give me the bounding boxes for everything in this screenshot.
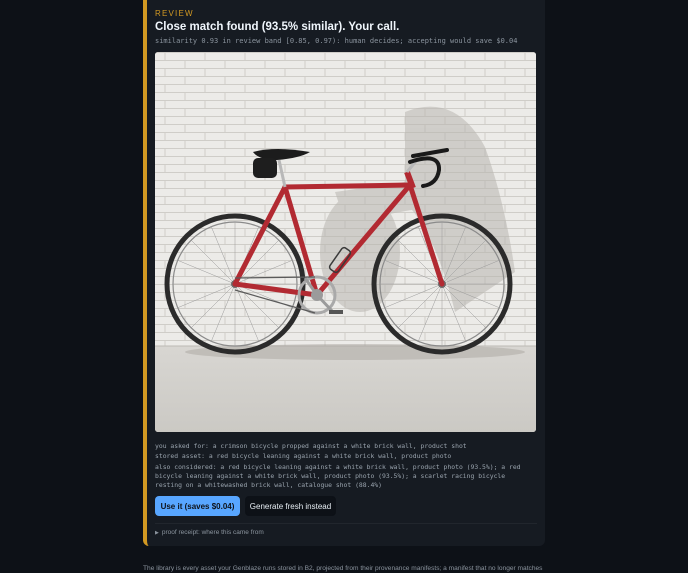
alternatives-text: also considered: a red bicycle leaning a… [155,463,521,489]
review-title: Close match found (93.5% similar). Your … [155,21,400,33]
divider [155,523,537,524]
review-card: REVIEW Close match found (93.5% similar)… [143,0,545,546]
query-text: you asked for: a crimson bicycle propped… [155,442,467,450]
matched-asset-image [155,52,536,432]
generate-fresh-button[interactable]: Generate fresh instead [245,496,336,516]
use-asset-button[interactable]: Use it (saves $0.04) [155,496,240,516]
library-footer-text: The library is every asset your Genblaze… [143,565,543,572]
stored-asset-text: stored asset: a red bicycle leaning agai… [155,452,452,460]
triangle-right-icon: ▶ [155,530,159,536]
proof-receipt-label: proof receipt: where this came from [161,529,264,536]
review-subtitle: similarity 0.93 in review band [0.85, 0.… [155,37,518,45]
review-kicker: REVIEW [155,9,194,18]
proof-receipt-toggle[interactable]: ▶ proof receipt: where this came from [155,529,264,536]
